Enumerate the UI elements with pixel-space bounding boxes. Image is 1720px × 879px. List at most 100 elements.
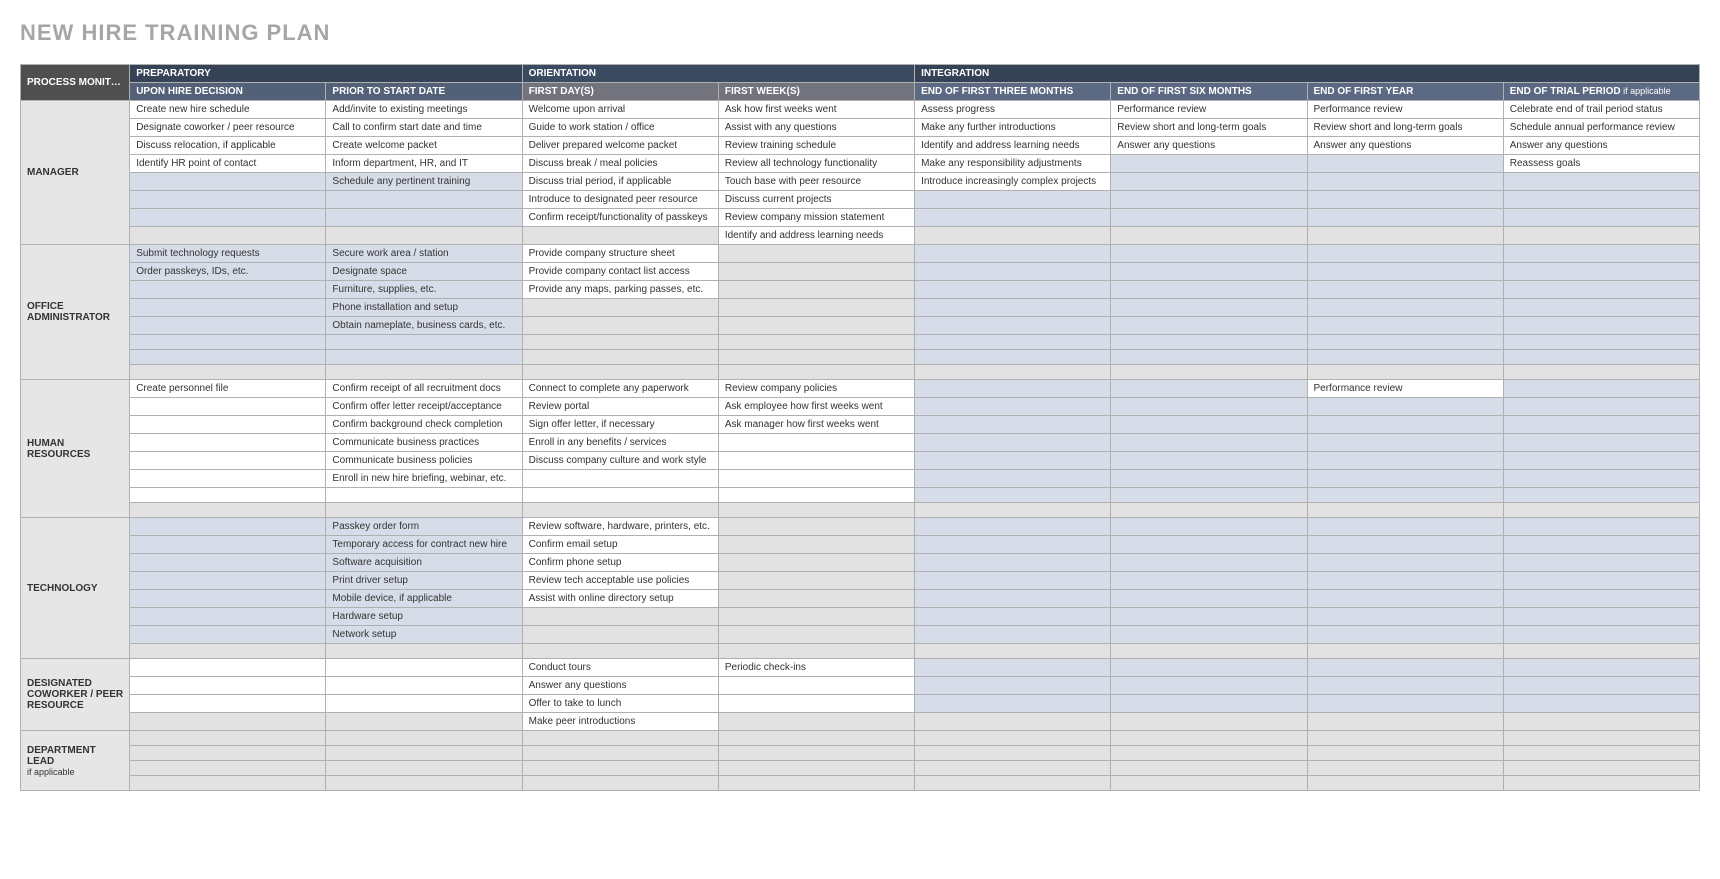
cell[interactable] [1111, 503, 1307, 518]
cell[interactable]: Discuss break / meal policies [522, 155, 718, 173]
cell[interactable]: Discuss trial period, if applicable [522, 173, 718, 191]
cell[interactable] [915, 644, 1111, 659]
cell[interactable] [1503, 365, 1699, 380]
cell[interactable] [1503, 350, 1699, 365]
cell[interactable] [1503, 245, 1699, 263]
cell[interactable] [915, 746, 1111, 761]
cell[interactable] [130, 608, 326, 626]
cell[interactable] [522, 731, 718, 746]
cell[interactable]: Mobile device, if applicable [326, 590, 522, 608]
cell[interactable] [522, 350, 718, 365]
cell[interactable] [1111, 380, 1307, 398]
cell[interactable]: Deliver prepared welcome packet [522, 137, 718, 155]
cell[interactable]: Hardware setup [326, 608, 522, 626]
cell[interactable] [1111, 245, 1307, 263]
cell[interactable] [1307, 350, 1503, 365]
cell[interactable] [130, 503, 326, 518]
cell[interactable] [915, 380, 1111, 398]
cell[interactable] [1111, 731, 1307, 746]
cell[interactable] [522, 776, 718, 791]
cell[interactable] [130, 746, 326, 761]
cell[interactable] [1503, 416, 1699, 434]
cell[interactable] [1307, 677, 1503, 695]
cell[interactable]: Performance review [1307, 101, 1503, 119]
cell[interactable] [1307, 452, 1503, 470]
cell[interactable] [915, 554, 1111, 572]
cell[interactable] [522, 335, 718, 350]
cell[interactable] [1111, 191, 1307, 209]
cell[interactable] [718, 434, 914, 452]
cell[interactable] [915, 191, 1111, 209]
cell[interactable]: Obtain nameplate, business cards, etc. [326, 317, 522, 335]
cell[interactable]: Review tech acceptable use policies [522, 572, 718, 590]
cell[interactable] [718, 713, 914, 731]
cell[interactable] [915, 536, 1111, 554]
cell[interactable]: Passkey order form [326, 518, 522, 536]
cell[interactable] [1111, 713, 1307, 731]
cell[interactable]: Temporary access for contract new hire [326, 536, 522, 554]
cell[interactable] [130, 434, 326, 452]
cell[interactable] [1111, 659, 1307, 677]
cell[interactable] [326, 746, 522, 761]
cell[interactable] [130, 518, 326, 536]
cell[interactable] [915, 713, 1111, 731]
cell[interactable] [1503, 452, 1699, 470]
cell[interactable] [718, 452, 914, 470]
cell[interactable]: Review all technology functionality [718, 155, 914, 173]
cell[interactable]: Order passkeys, IDs, etc. [130, 263, 326, 281]
cell[interactable]: Celebrate end of trail period status [1503, 101, 1699, 119]
cell[interactable] [326, 776, 522, 791]
cell[interactable]: Enroll in new hire briefing, webinar, et… [326, 470, 522, 488]
cell[interactable] [1307, 536, 1503, 554]
cell[interactable] [915, 434, 1111, 452]
cell[interactable]: Furniture, supplies, etc. [326, 281, 522, 299]
cell[interactable]: Provide company contact list access [522, 263, 718, 281]
cell[interactable] [718, 626, 914, 644]
cell[interactable] [915, 452, 1111, 470]
cell[interactable] [130, 416, 326, 434]
cell[interactable] [130, 644, 326, 659]
cell[interactable] [1503, 335, 1699, 350]
cell[interactable]: Enroll in any benefits / services [522, 434, 718, 452]
cell[interactable] [1503, 299, 1699, 317]
cell[interactable] [1503, 191, 1699, 209]
cell[interactable] [1503, 536, 1699, 554]
cell[interactable] [130, 776, 326, 791]
cell[interactable] [130, 659, 326, 677]
cell[interactable] [1111, 434, 1307, 452]
cell[interactable]: Communicate business policies [326, 452, 522, 470]
cell[interactable]: Confirm receipt/functionality of passkey… [522, 209, 718, 227]
cell[interactable]: Add/invite to existing meetings [326, 101, 522, 119]
cell[interactable]: Connect to complete any paperwork [522, 380, 718, 398]
cell[interactable] [1307, 659, 1503, 677]
cell[interactable]: Performance review [1111, 101, 1307, 119]
cell[interactable]: Review short and long-term goals [1307, 119, 1503, 137]
cell[interactable] [1307, 365, 1503, 380]
cell[interactable] [915, 503, 1111, 518]
cell[interactable] [522, 317, 718, 335]
cell[interactable]: Make any further introductions [915, 119, 1111, 137]
cell[interactable] [130, 191, 326, 209]
cell[interactable]: Performance review [1307, 380, 1503, 398]
cell[interactable]: Answer any questions [1503, 137, 1699, 155]
cell[interactable]: Create new hire schedule [130, 101, 326, 119]
cell[interactable] [915, 572, 1111, 590]
cell[interactable]: Assess progress [915, 101, 1111, 119]
cell[interactable] [1111, 335, 1307, 350]
cell[interactable]: Introduce increasingly complex projects [915, 173, 1111, 191]
cell[interactable] [1503, 608, 1699, 626]
cell[interactable] [1307, 416, 1503, 434]
cell[interactable] [1111, 695, 1307, 713]
cell[interactable]: Identify and address learning needs [718, 227, 914, 245]
cell[interactable]: Confirm receipt of all recruitment docs [326, 380, 522, 398]
cell[interactable] [1503, 746, 1699, 761]
cell[interactable] [1307, 263, 1503, 281]
cell[interactable] [718, 281, 914, 299]
cell[interactable]: Provide any maps, parking passes, etc. [522, 281, 718, 299]
cell[interactable]: Call to confirm start date and time [326, 119, 522, 137]
cell[interactable] [1503, 263, 1699, 281]
cell[interactable] [1503, 644, 1699, 659]
cell[interactable] [130, 731, 326, 746]
cell[interactable] [915, 245, 1111, 263]
cell[interactable] [718, 503, 914, 518]
